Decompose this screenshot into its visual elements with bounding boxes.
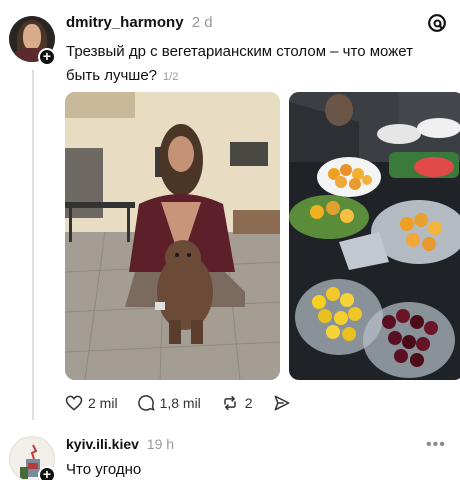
post-text: Трезвый др с вегетарианским столом – что… [66,40,446,89]
like-count: 2 mil [88,395,118,411]
more-options-icon[interactable]: ••• [426,436,446,454]
thread-connector-line [32,70,34,420]
repost-icon [224,395,236,411]
reply-username[interactable]: kyiv.ili.kiev [66,436,139,452]
post-photo-fruit-table[interactable] [289,92,460,380]
share-button[interactable] [271,393,297,413]
comment-icon [137,395,155,411]
username[interactable]: dmitry_harmony [66,14,184,31]
threads-icon[interactable] [426,12,448,34]
post-photo-man-with-dog[interactable] [65,92,280,380]
repost-count: 2 [244,395,253,411]
comment-count: 1,8 mil [159,395,201,411]
post-actions: 2 mil 1,8 mil 2 [64,393,315,413]
timestamp: 2 d [191,14,213,31]
reply-header: kyiv.ili.kiev 19 h [66,436,174,452]
comment-button[interactable]: 1,8 mil [136,393,201,413]
reply-timestamp: 19 h [146,436,175,452]
post-header: dmitry_harmony 2 d [66,14,213,31]
post-body: Трезвый др с вегетарианским столом – что… [66,43,413,84]
follow-plus-icon[interactable]: + [38,48,56,66]
heart-icon [65,395,83,411]
send-icon [274,395,290,411]
page-indicator: 1/2 [163,71,179,83]
reply-text: Что угодно [66,461,142,478]
like-button[interactable]: 2 mil [64,393,118,413]
repost-button[interactable]: 2 [219,393,253,413]
reply-follow-plus-icon[interactable]: + [38,466,56,480]
